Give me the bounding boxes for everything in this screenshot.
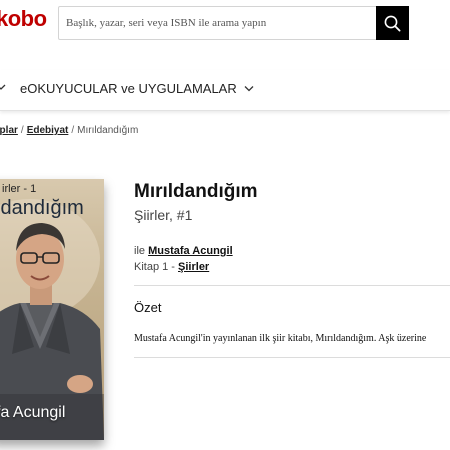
- author-link[interactable]: Mustafa Acungil: [148, 245, 233, 257]
- breadcrumb: aplar/Edebiyat/Mırıldandığım: [0, 125, 138, 136]
- cover-title: ldandığım: [0, 197, 84, 219]
- divider: [134, 285, 450, 286]
- series-prefix: Kitap 1 -: [134, 261, 175, 273]
- breadcrumb-separator: /: [20, 125, 24, 136]
- main-nav: eOKUYUCULAR ve UYGULAMALAR: [0, 70, 450, 111]
- breadcrumb-link-edebiyat[interactable]: Edebiyat: [27, 125, 69, 136]
- author-prefix: ile: [134, 245, 146, 257]
- divider: [134, 357, 450, 358]
- nav-item-label: eOKUYUCULAR ve UYGULAMALAR: [20, 81, 237, 96]
- chevron-down-icon: [244, 86, 254, 92]
- search-icon: [384, 15, 401, 32]
- series-link[interactable]: Şiirler: [178, 261, 209, 273]
- author-line: ile Mustafa Acungil: [134, 245, 233, 257]
- kobo-logo[interactable]: kobo: [0, 6, 47, 32]
- summary-heading: Özet: [134, 300, 162, 315]
- breadcrumb-current: Mırıldandığım: [77, 125, 139, 136]
- book-title: Mırıldandığım: [134, 181, 258, 202]
- search-box: [58, 6, 409, 40]
- book-subtitle: Şiirler, #1: [134, 207, 193, 223]
- nav-item-ereaders-apps[interactable]: eOKUYUCULAR ve UYGULAMALAR: [20, 81, 254, 96]
- cover-series-label: irler - 1: [2, 183, 37, 195]
- summary-text: Mustafa Acungil'in yayınlanan ilk şiir k…: [134, 333, 427, 344]
- series-line: Kitap 1 - Şiirler: [134, 261, 209, 273]
- book-cover[interactable]: irler - 1 ldandığım fa Acungil: [0, 179, 104, 440]
- cover-author: fa Acungil: [0, 404, 66, 421]
- breadcrumb-separator: /: [71, 125, 75, 136]
- chevron-down-icon[interactable]: [0, 83, 6, 91]
- search-input[interactable]: [59, 7, 377, 39]
- breadcrumb-link-books[interactable]: aplar: [0, 125, 18, 136]
- search-button[interactable]: [376, 6, 409, 40]
